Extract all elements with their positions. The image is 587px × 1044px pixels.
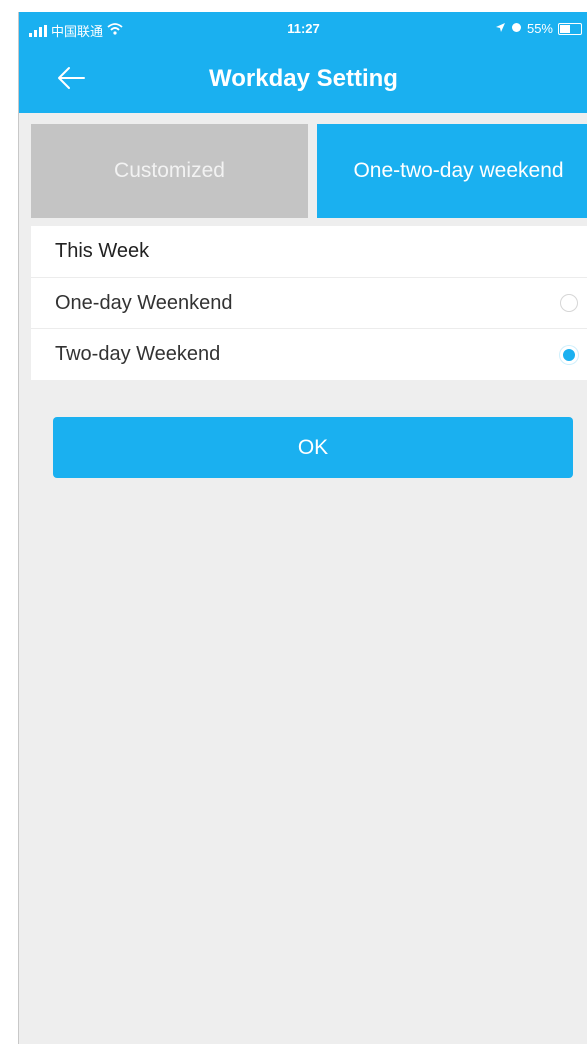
alarm-icon — [511, 21, 522, 36]
tab-one-two-day-weekend[interactable]: One-two-day weekend — [317, 124, 587, 218]
section-title: This Week — [31, 226, 587, 278]
tab-customized[interactable]: Customized — [31, 124, 308, 218]
phone-screen: 中国联通 11:27 55% Workday Setting Customize… — [18, 12, 587, 1044]
header-bar: 中国联通 11:27 55% Workday Setting — [19, 12, 587, 113]
nav-bar: Workday Setting — [19, 54, 587, 104]
battery-percent: 55% — [526, 21, 553, 36]
ok-button[interactable]: OK — [53, 417, 573, 478]
option-two-day-weekend[interactable]: Two-day Weekend — [31, 329, 587, 380]
tab-bar: Customized One-two-day weekend — [19, 124, 587, 220]
battery-icon — [558, 22, 582, 35]
option-one-day-weekend[interactable]: One-day Weenkend — [31, 278, 587, 329]
battery-fill — [560, 24, 570, 33]
status-bar: 中国联通 11:27 55% — [19, 12, 587, 46]
option-label: Two-day Weekend — [55, 343, 221, 365]
radio-one-day-weekend[interactable] — [560, 294, 578, 312]
location-icon — [495, 21, 506, 36]
option-label: One-day Weenkend — [55, 291, 233, 314]
radio-two-day-weekend[interactable] — [560, 345, 578, 364]
weekend-options-list: This Week One-day Weenkend Two-day Weeke… — [31, 226, 587, 380]
status-right: 55% — [495, 21, 582, 36]
page-title: Workday Setting — [209, 65, 398, 92]
